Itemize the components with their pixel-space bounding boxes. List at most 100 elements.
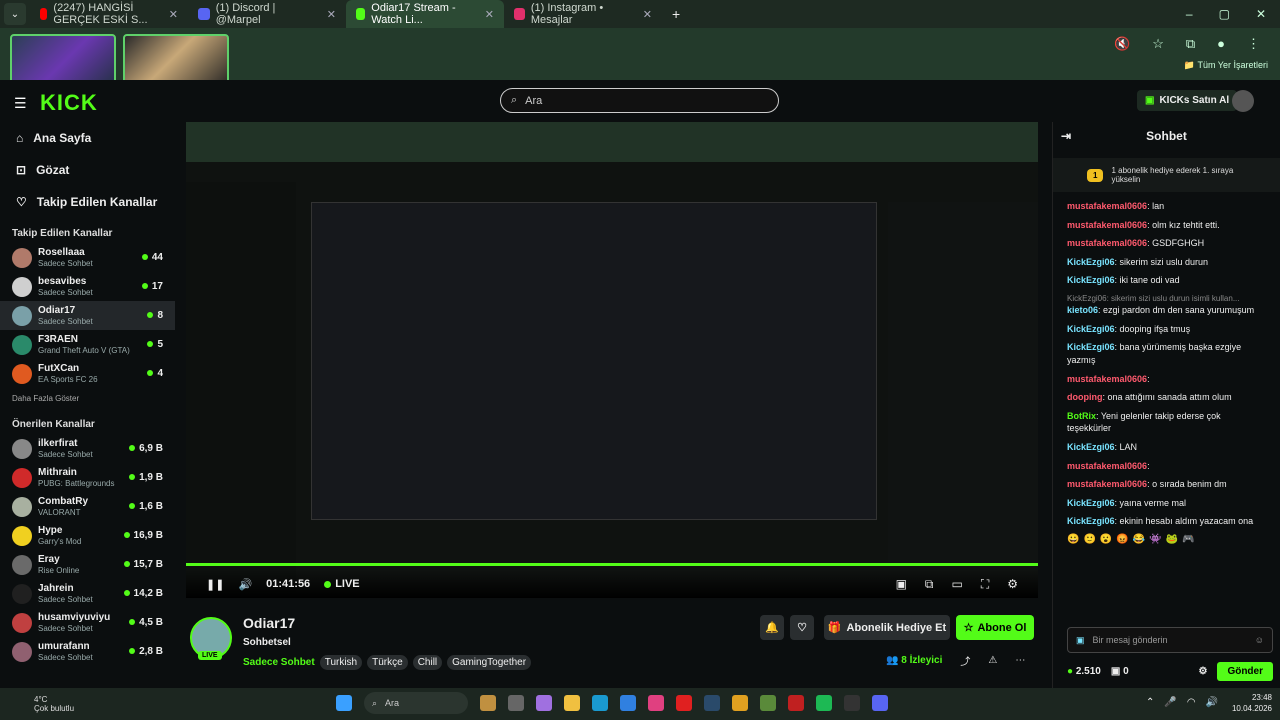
browser-tab[interactable]: (1) Discord | @Marpel ✕ bbox=[188, 0, 346, 28]
sidebar-channel[interactable]: Eray Rise Online 15,7 B bbox=[0, 550, 175, 579]
app-icon[interactable] bbox=[648, 695, 664, 711]
chat-username[interactable]: mustafakemal0606 bbox=[1067, 461, 1147, 471]
chat-username[interactable]: mustafakemal0606 bbox=[1067, 201, 1147, 211]
browser-tab[interactable]: (1) Instagram • Mesajlar ✕ bbox=[504, 0, 662, 28]
chat-username[interactable]: mustafakemal0606 bbox=[1067, 479, 1147, 489]
kicks-buy-button[interactable]: ▣ KICKs Satın Al bbox=[1137, 90, 1238, 111]
app-icon[interactable] bbox=[480, 695, 496, 711]
emoji-icon[interactable]: ☺ bbox=[1255, 635, 1264, 645]
spotify-icon[interactable] bbox=[816, 695, 832, 711]
video-progress-bar[interactable] bbox=[186, 563, 1038, 566]
points-display[interactable]: ● 2.510 bbox=[1067, 666, 1101, 677]
channel-name[interactable]: Odiar17 bbox=[243, 615, 295, 631]
sidebar-channel[interactable]: Odiar17 Sadece Sohbet 8 bbox=[0, 301, 175, 330]
sidebar-channel[interactable]: Rosellaaa Sadece Sohbet 44 bbox=[0, 243, 175, 272]
share-icon[interactable]: ⤴ bbox=[960, 653, 970, 668]
chat-username[interactable]: KickEzgi06 bbox=[1067, 257, 1115, 267]
sidebar-channel[interactable]: husamviyuviyu Sadece Sohbet 4,5 B bbox=[0, 608, 175, 637]
chat-username[interactable]: KickEzgi06 bbox=[1067, 442, 1115, 452]
volume-icon[interactable]: 🔊 bbox=[1206, 697, 1218, 708]
sidebar-nav-item[interactable]: ⌂ Ana Sayfa bbox=[0, 122, 175, 154]
extensions-icon[interactable]: ⧉ bbox=[1186, 36, 1195, 52]
chevron-up-icon[interactable]: ⌃ bbox=[1146, 697, 1154, 708]
emote-icon[interactable]: 👾 bbox=[1149, 534, 1161, 545]
minimize-icon[interactable]: – bbox=[1186, 7, 1193, 21]
emote-icon[interactable]: 🙂 bbox=[1083, 534, 1095, 545]
opera-icon[interactable] bbox=[676, 695, 692, 711]
close-icon[interactable]: ✕ bbox=[1256, 7, 1266, 21]
kick-logo[interactable]: KICK bbox=[40, 90, 98, 116]
sidebar-channel[interactable]: umurafann Sadece Sohbet 2,8 B bbox=[0, 637, 175, 666]
sidebar-nav-item[interactable]: ♡ Takip Edilen Kanallar bbox=[0, 186, 175, 218]
sidebar-channel[interactable]: besavibes Sadece Sohbet 17 bbox=[0, 272, 175, 301]
browser-tab[interactable]: (2247) HANGİSİ GERÇEK ESKİ S... ✕ bbox=[30, 0, 188, 28]
sidebar-channel[interactable]: Mithrain PUBG: Battlegrounds 1,9 B bbox=[0, 463, 175, 492]
tab-close-icon[interactable]: ✕ bbox=[485, 8, 494, 21]
chat-username[interactable]: KickEzgi06 bbox=[1067, 324, 1115, 334]
subscribe-button[interactable]: ☆ Abone Ol bbox=[956, 615, 1034, 640]
pause-icon[interactable]: ❚❚ bbox=[206, 578, 224, 591]
settings-icon[interactable]: ⚙ bbox=[1007, 577, 1018, 592]
chat-username[interactable]: dooping bbox=[1067, 392, 1103, 402]
browser-tab[interactable]: Odiar17 Stream - Watch Li... ✕ bbox=[346, 0, 504, 28]
mail-icon[interactable] bbox=[620, 695, 636, 711]
new-tab-button[interactable]: + bbox=[662, 6, 690, 22]
task-view-icon[interactable] bbox=[508, 695, 524, 711]
hamburger-icon[interactable]: ☰ bbox=[14, 95, 28, 112]
chat-username[interactable]: KickEzgi06 bbox=[1067, 498, 1115, 508]
chat-username[interactable]: KickEzgi06 bbox=[1067, 275, 1115, 285]
stream-tag[interactable]: GamingTogether bbox=[447, 655, 532, 670]
favorite-button[interactable]: ♡ bbox=[790, 615, 814, 640]
tab-close-icon[interactable]: ✕ bbox=[643, 8, 652, 21]
menu-icon[interactable]: ⋮ bbox=[1247, 36, 1260, 52]
notification-bell-button[interactable]: 🔔 bbox=[760, 615, 784, 640]
emote-icon[interactable]: 😂 bbox=[1133, 534, 1145, 545]
show-more-link[interactable]: Daha Fazla Göster bbox=[0, 388, 175, 409]
mute-icon[interactable]: 🔇 bbox=[1114, 36, 1130, 52]
weather-widget[interactable]: 4°C Çok bulutlu bbox=[0, 695, 74, 713]
sidebar-nav-item[interactable]: ⊡ Gözat bbox=[0, 154, 175, 186]
emote-icon[interactable]: 🎮 bbox=[1182, 534, 1194, 545]
sidebar-channel[interactable]: ilkerfirat Sadece Sohbet 6,9 B bbox=[0, 434, 175, 463]
user-avatar[interactable] bbox=[1232, 90, 1254, 112]
tab-close-icon[interactable]: ✕ bbox=[169, 8, 178, 21]
chat-settings-icon[interactable]: ⚙ bbox=[1198, 666, 1207, 677]
stream-category[interactable]: Sohbetsel bbox=[243, 637, 291, 648]
emote-icon[interactable]: 😀 bbox=[1067, 534, 1079, 545]
bookmarks-folder[interactable]: 📁 Tüm Yer İşaretleri bbox=[1184, 60, 1268, 71]
edge-icon[interactable] bbox=[592, 695, 608, 711]
video-player[interactable] bbox=[186, 122, 1038, 598]
chrome-icon[interactable] bbox=[732, 695, 748, 711]
more-icon[interactable]: ⋯ bbox=[1015, 655, 1025, 666]
stream-tag[interactable]: Chill bbox=[412, 655, 443, 670]
discord-icon[interactable] bbox=[872, 695, 888, 711]
volume-icon[interactable]: 🔊 bbox=[238, 578, 252, 591]
search-input[interactable]: ⌕ Ara bbox=[500, 88, 779, 113]
sidebar-channel[interactable]: FutXCan EA Sports FC 26 4 bbox=[0, 359, 175, 388]
pip-icon[interactable]: ⧉ bbox=[925, 577, 934, 592]
star-icon[interactable]: ☆ bbox=[1152, 36, 1164, 52]
taskbar-clock[interactable]: 23:48 10.04.2026 bbox=[1232, 692, 1272, 714]
file-explorer-icon[interactable] bbox=[564, 695, 580, 711]
chat-username[interactable]: mustafakemal0606 bbox=[1067, 374, 1147, 384]
chat-username[interactable]: KickEzgi06 bbox=[1067, 342, 1115, 352]
chat-username[interactable]: mustafakemal0606 bbox=[1067, 220, 1147, 230]
tab-search-icon[interactable]: ⌄ bbox=[4, 3, 26, 25]
sidebar-channel[interactable]: CombatRy VALORANT 1,6 B bbox=[0, 492, 175, 521]
sidebar-channel[interactable]: Hype Garry's Mod 16,9 B bbox=[0, 521, 175, 550]
emote-icon[interactable]: 😮 bbox=[1100, 534, 1112, 545]
minecraft-icon[interactable] bbox=[760, 695, 776, 711]
app-icon[interactable] bbox=[844, 695, 860, 711]
chat-username[interactable]: kieto06 bbox=[1067, 305, 1098, 315]
send-button[interactable]: Gönder bbox=[1217, 661, 1273, 681]
main-tag[interactable]: Sadece Sohbet bbox=[243, 657, 315, 668]
steam-icon[interactable] bbox=[704, 695, 720, 711]
chat-username[interactable]: BotRix bbox=[1067, 411, 1096, 421]
fullscreen-icon[interactable]: ⛶ bbox=[981, 577, 989, 592]
clip-icon[interactable]: ▣ bbox=[896, 577, 907, 592]
kicks-balance[interactable]: ▣ 0 bbox=[1111, 666, 1129, 677]
microphone-icon[interactable]: 🎤 bbox=[1164, 697, 1176, 708]
theater-icon[interactable]: ▭ bbox=[951, 577, 962, 592]
wifi-icon[interactable]: ◠ bbox=[1187, 697, 1196, 708]
windows-start-icon[interactable] bbox=[336, 695, 352, 711]
